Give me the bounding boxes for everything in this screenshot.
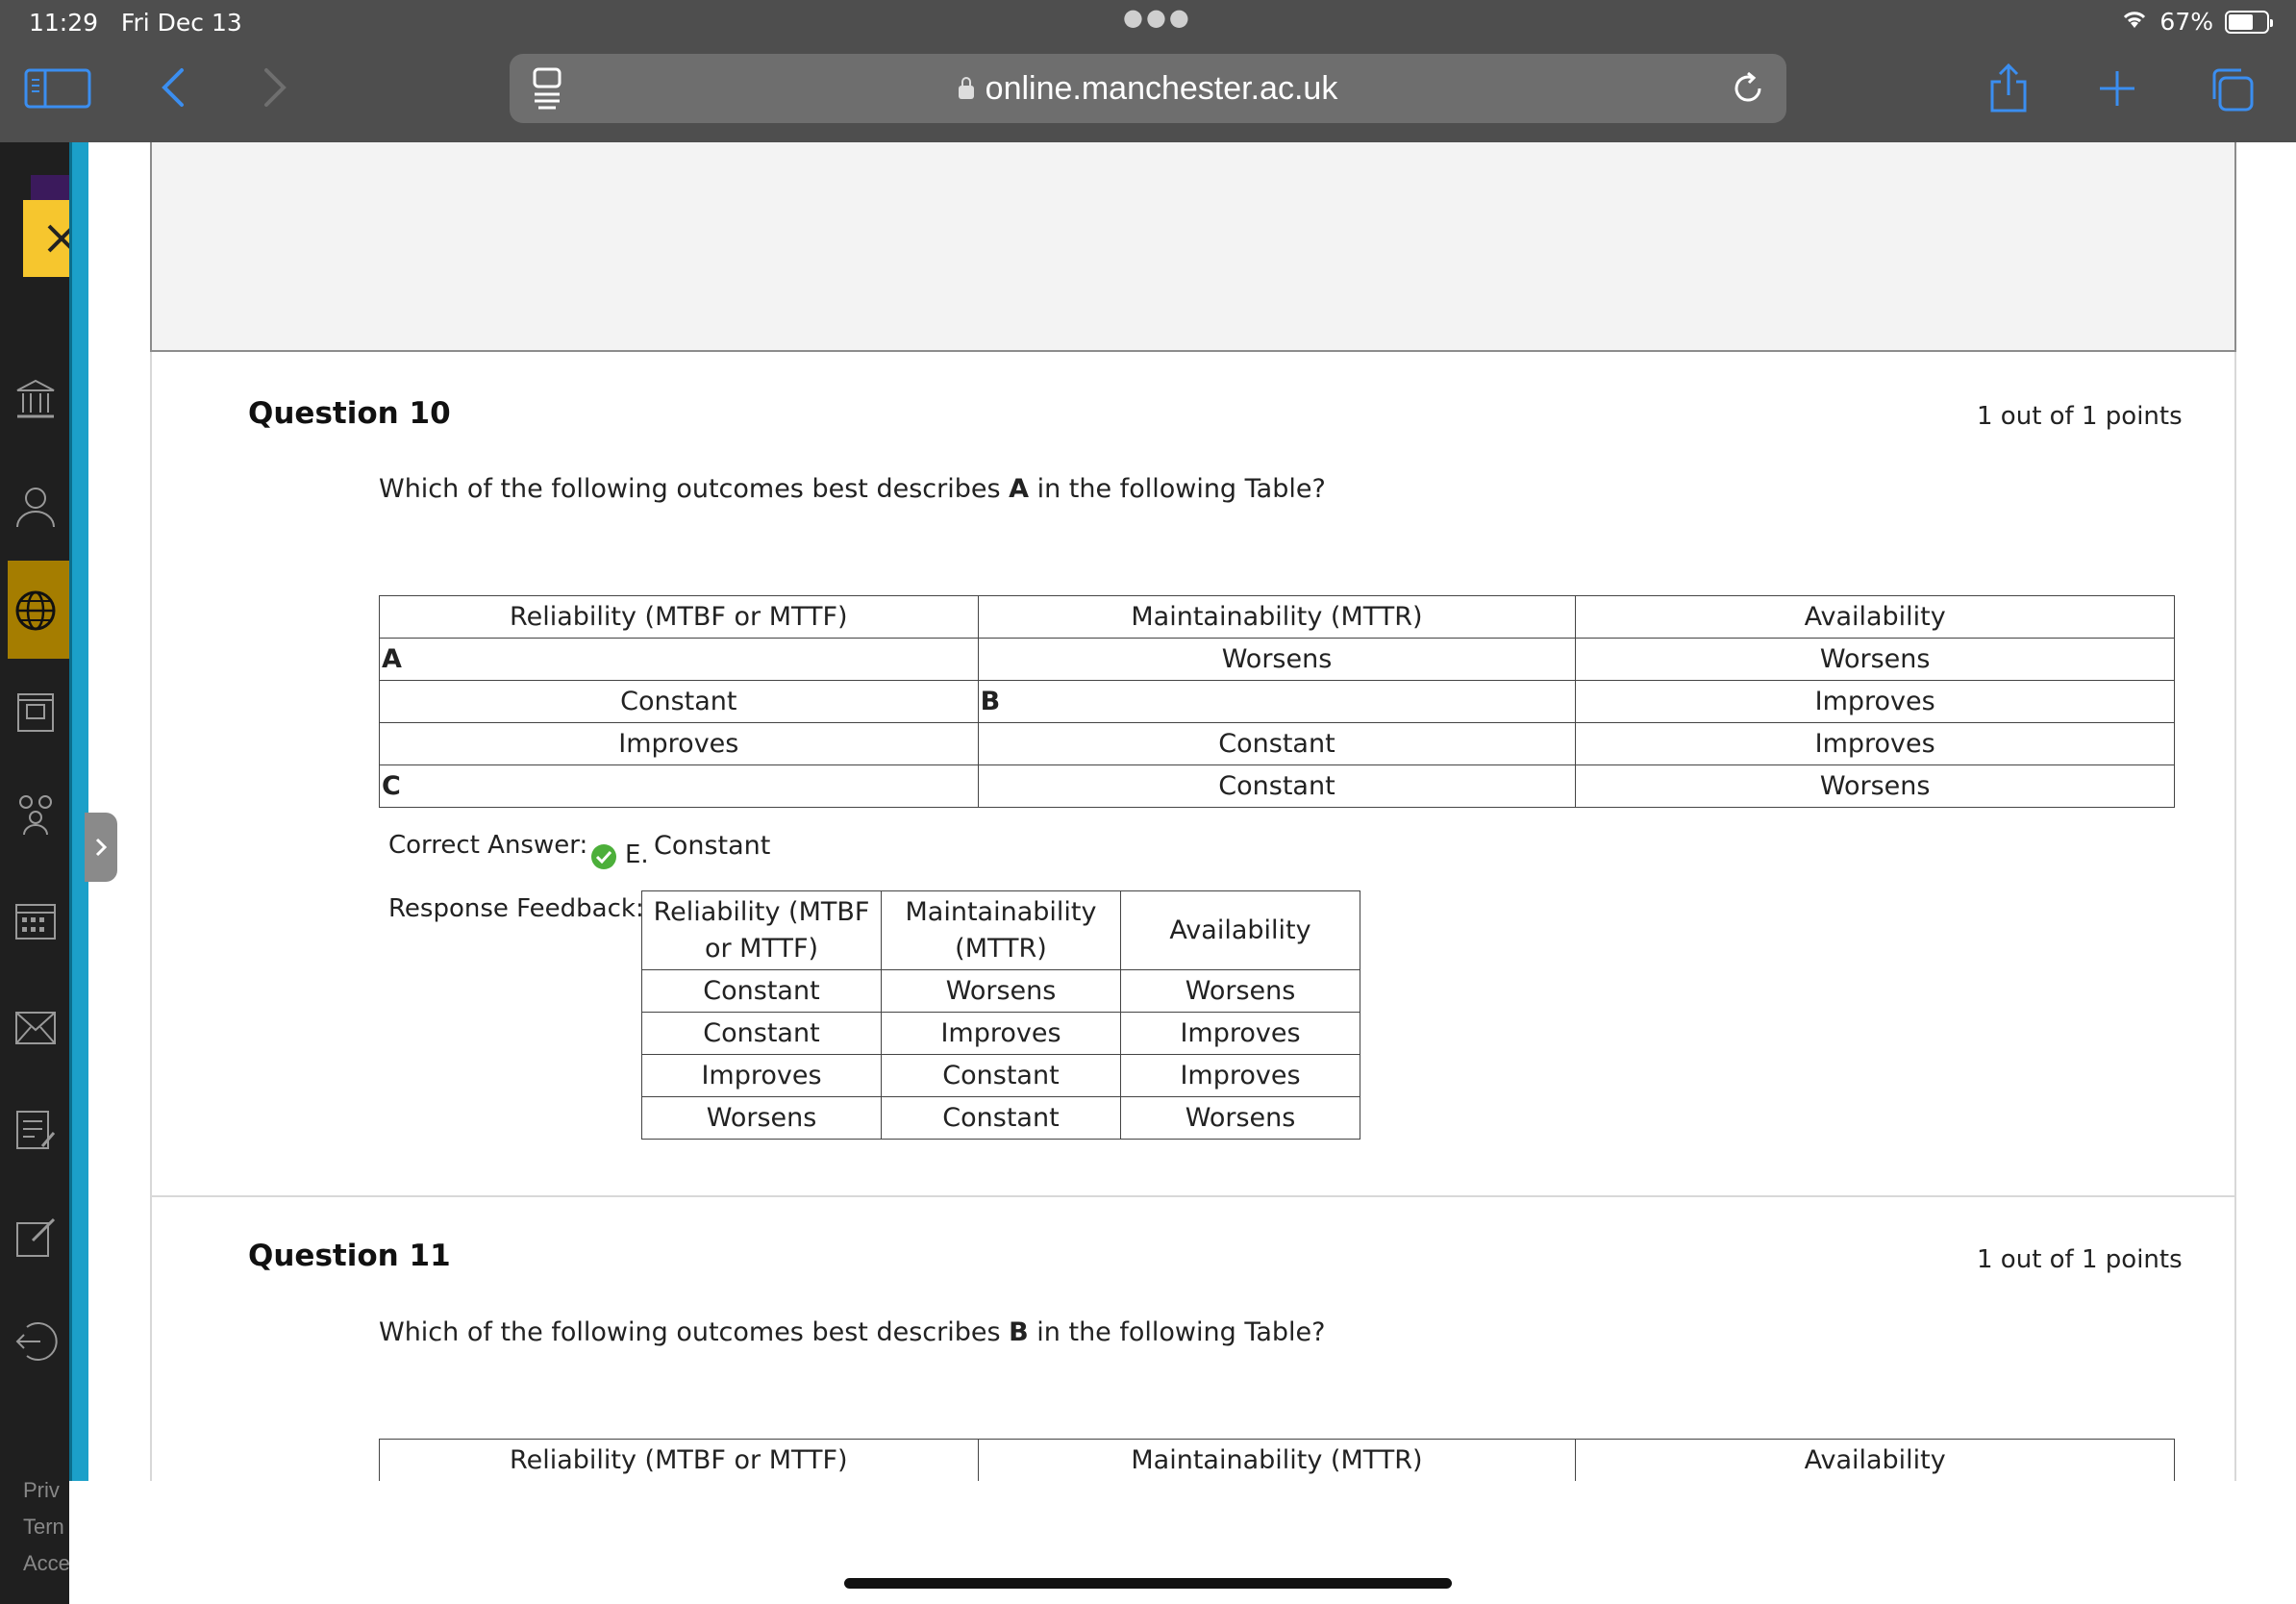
table-cell: Worsens	[977, 638, 1577, 681]
url-text: online.manchester.ac.uk	[510, 70, 1786, 108]
table-row: Improves Constant Improves	[641, 1054, 1360, 1097]
question-10-prompt: Which of the following outcomes best des…	[379, 474, 1326, 504]
question-10-points: 1 out of 1 points	[1977, 402, 2183, 431]
browser-toolbar: 11:29 Fri Dec 13 ●●● 67% online.manchest…	[0, 0, 2296, 142]
feedback-table: Reliability (MTBF or MTTF) Maintainabili…	[641, 890, 1360, 1140]
table-cell: Improves	[379, 722, 979, 765]
question-10-title: Question 10	[248, 396, 451, 431]
home-indicator[interactable]	[844, 1578, 1452, 1589]
correct-answer-value: Constant	[654, 831, 771, 861]
feedback-header-cell: Availability	[1120, 890, 1360, 970]
table-header-cell: Maintainability (MTTR)	[977, 1439, 1577, 1481]
sign-out-icon[interactable]	[13, 1319, 58, 1364]
calendar-icon[interactable]	[13, 898, 58, 942]
question-11-title: Question 11	[248, 1239, 451, 1273]
forward-arrow-icon[interactable]	[256, 63, 294, 112]
tools-edit-icon[interactable]	[13, 1216, 58, 1260]
table-header-cell: Maintainability (MTTR)	[977, 595, 1577, 639]
table-row: Constant Improves Improves	[641, 1012, 1360, 1055]
table-row: Constant B Improves	[379, 680, 2175, 723]
table-cell: Improves	[1575, 722, 2175, 765]
battery-icon	[2225, 10, 2273, 34]
address-bar[interactable]: online.manchester.ac.uk	[510, 54, 1786, 123]
table-header-cell: Availability	[1575, 595, 2175, 639]
table-cell: Improves	[881, 1012, 1121, 1055]
correct-check-icon	[591, 844, 616, 869]
messages-icon[interactable]	[13, 1006, 58, 1050]
institution-icon[interactable]	[13, 377, 58, 421]
table-cell-placeholder: C	[379, 764, 979, 808]
wifi-icon	[2121, 8, 2148, 36]
question-10-table: Reliability (MTBF or MTTF) Maintainabili…	[379, 595, 2175, 808]
course-nav-rail	[0, 142, 69, 1604]
table-cell: Constant	[641, 1012, 882, 1055]
question-11-table: Reliability (MTBF or MTTF) Maintainabili…	[379, 1439, 2175, 1481]
table-cell-placeholder: A	[379, 638, 979, 681]
lock-icon	[958, 77, 974, 99]
table-row: Constant Worsens Worsens	[641, 969, 1360, 1013]
test-review-content: Question 10 1 out of 1 points Which of t…	[88, 142, 2296, 1481]
status-indicators: 67%	[2121, 8, 2273, 36]
privacy-link[interactable]: Priv	[23, 1478, 60, 1503]
table-header-cell: Reliability (MTBF or MTTF)	[379, 1439, 979, 1481]
status-date: Fri Dec 13	[120, 9, 242, 37]
table-cell: Constant	[977, 722, 1577, 765]
accessibility-link[interactable]: Acce	[23, 1551, 70, 1576]
grades-icon[interactable]	[13, 1108, 58, 1152]
chevron-right-icon	[95, 838, 108, 857]
new-tab-plus-icon[interactable]	[2096, 67, 2138, 110]
feedback-header-cell: Reliability (MTBF or MTTF)	[641, 890, 882, 970]
table-cell: Constant	[881, 1096, 1121, 1140]
globe-activity-icon[interactable]	[13, 589, 58, 633]
share-icon[interactable]	[1986, 62, 2031, 115]
table-cell: Constant	[641, 969, 882, 1013]
table-cell: Improves	[1575, 680, 2175, 723]
institution-logo	[31, 175, 69, 202]
rail-accent-bar	[69, 142, 88, 1481]
profile-icon[interactable]	[13, 485, 58, 529]
courses-icon[interactable]	[13, 690, 58, 735]
question-divider	[150, 1195, 2236, 1197]
response-feedback-label: Response Feedback:	[388, 894, 644, 923]
battery-percent: 67%	[2159, 8, 2213, 36]
feedback-header-cell: Maintainability (MTTR)	[881, 890, 1121, 970]
table-cell: Improves	[641, 1054, 882, 1097]
multitasking-dots-icon[interactable]: ●●●	[1123, 4, 1192, 31]
table-row: A Worsens Worsens	[379, 638, 2175, 681]
table-header-cell: Reliability (MTBF or MTTF)	[379, 595, 979, 639]
correct-answer-label: Correct Answer:	[388, 831, 588, 860]
table-cell: Worsens	[1575, 764, 2175, 808]
table-cell: Worsens	[1120, 1096, 1360, 1140]
tabs-overview-icon[interactable]	[2208, 65, 2256, 113]
terms-link[interactable]: Tern	[23, 1515, 64, 1540]
table-row: Improves Constant Improves	[379, 722, 2175, 765]
table-cell: Worsens	[641, 1096, 882, 1140]
table-cell: Worsens	[1575, 638, 2175, 681]
question-11-prompt: Which of the following outcomes best des…	[379, 1317, 1326, 1347]
table-cell: Worsens	[1120, 969, 1360, 1013]
table-row: C Constant Worsens	[379, 764, 2175, 808]
table-cell: Improves	[1120, 1012, 1360, 1055]
table-cell: Constant	[977, 764, 1577, 808]
table-row: Worsens Constant Worsens	[641, 1096, 1360, 1140]
table-cell: Constant	[379, 680, 979, 723]
question-11-points: 1 out of 1 points	[1977, 1245, 2183, 1274]
table-cell: Improves	[1120, 1054, 1360, 1097]
status-time: 11:29 Fri Dec 13	[29, 9, 242, 37]
organizations-icon[interactable]	[13, 792, 58, 837]
back-arrow-icon[interactable]	[154, 63, 192, 112]
correct-answer-letter: E.	[625, 840, 649, 869]
table-cell: Constant	[881, 1054, 1121, 1097]
previous-question-box	[150, 142, 2236, 352]
reload-icon[interactable]	[1729, 69, 1767, 108]
expand-panel-button[interactable]	[85, 813, 117, 882]
table-cell: Worsens	[881, 969, 1121, 1013]
table-header-cell: Availability	[1575, 1439, 2175, 1481]
table-cell-placeholder: B	[977, 680, 1577, 723]
sidebar-toggle-icon[interactable]	[23, 67, 92, 110]
